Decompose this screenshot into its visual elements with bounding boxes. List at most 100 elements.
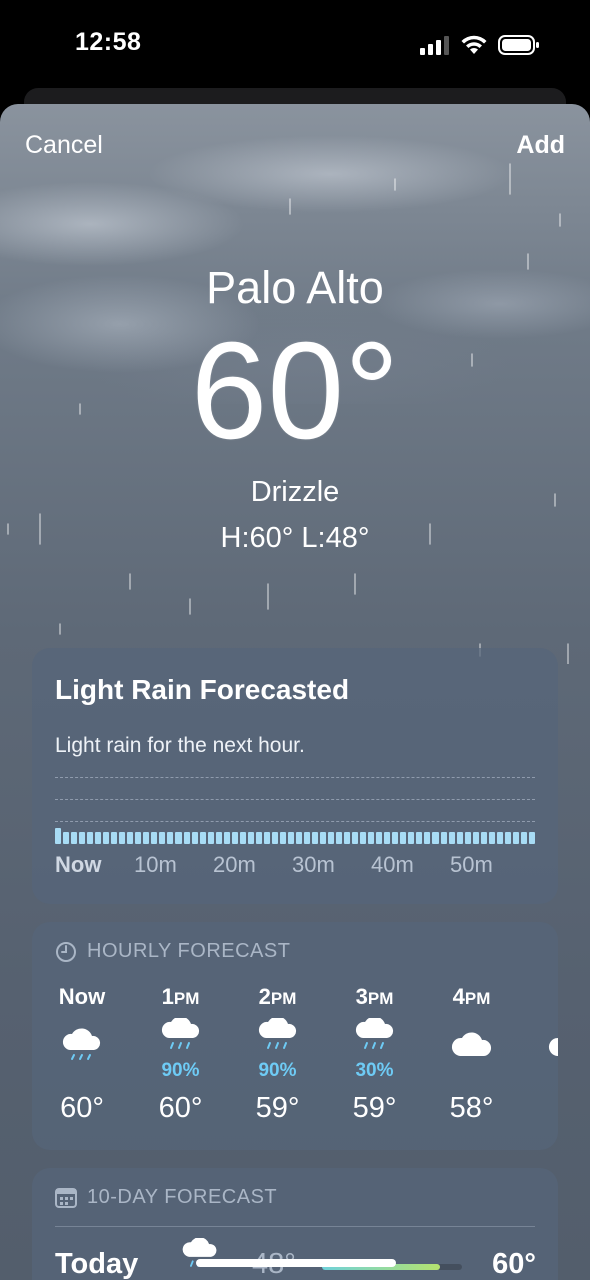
precipitation-bar [199, 832, 206, 844]
hourly-forecast-list[interactable]: Now 60° 1PM 90% 60° 2PM 90% 59° 3PM 30% … [32, 984, 558, 1144]
precipitation-bar [143, 832, 150, 844]
precipitation-bar [247, 832, 254, 844]
precipitation-bar [400, 832, 407, 844]
weather-preview-sheet: Cancel Add Palo Alto 60° Drizzle H:60° L… [0, 104, 590, 1280]
precipitation-bar [55, 828, 62, 844]
current-temperature: 60° [190, 314, 400, 468]
hour-label: 1PM [161, 984, 200, 1009]
time-label: Now [55, 852, 102, 877]
precipitation-bar [520, 832, 527, 844]
high-low-temperature: H:60° L:48° [220, 522, 370, 554]
hourly-item: 5 5 [520, 984, 558, 1144]
precipitation-bar [328, 832, 335, 844]
precipitation-bar [215, 832, 222, 844]
precipitation-bar [528, 832, 535, 844]
precipitation-bar [279, 832, 286, 844]
precipitation-time-axis: Now 10m 20m 30m 40m 50m [55, 852, 535, 878]
precipitation-bar [103, 832, 110, 844]
precipitation-bar [312, 832, 319, 844]
precipitation-bar [271, 832, 278, 844]
precipitation-bar [512, 832, 519, 844]
precipitation-bar [175, 832, 182, 844]
time-label: 50m [450, 852, 493, 877]
status-bar: 12:58 [0, 0, 590, 90]
calendar-icon [55, 1187, 77, 1208]
precipitation-bar [87, 832, 94, 844]
precipitation-bar [127, 832, 134, 844]
current-condition: Drizzle [250, 476, 340, 508]
precipitation-description: Light rain for the next hour. [55, 734, 305, 757]
cellular-signal-icon [420, 36, 449, 55]
time-label: 20m [213, 852, 256, 877]
precipitation-card[interactable]: Light Rain Forecasted Light rain for the… [32, 648, 558, 904]
precipitation-bar [368, 832, 375, 844]
battery-icon [498, 35, 539, 55]
hourly-item: 3PM 30% 59° [326, 984, 423, 1144]
cloud-icon [450, 1030, 494, 1065]
cloud-rain-icon [256, 1016, 300, 1059]
cancel-button[interactable]: Cancel [25, 131, 103, 160]
home-indicator[interactable] [196, 1259, 396, 1267]
precipitation-bar [416, 832, 423, 844]
precipitation-bar [263, 832, 270, 844]
precipitation-bar [376, 832, 383, 844]
chart-gridline [55, 799, 535, 800]
precipitation-bar [295, 832, 302, 844]
precipitation-bar [360, 832, 367, 844]
precipitation-bar [71, 832, 78, 844]
precipitation-bar [231, 832, 238, 844]
hour-label: 2PM [258, 984, 297, 1009]
hour-label: Now [58, 984, 106, 1009]
precip-probability: 90% [161, 1060, 200, 1081]
precipitation-bar [320, 832, 327, 844]
precipitation-bar [336, 832, 343, 844]
precipitation-bar [392, 832, 399, 844]
time-label: 10m [134, 852, 177, 877]
precipitation-bar [408, 832, 415, 844]
precipitation-bar [432, 832, 439, 844]
precipitation-bar [111, 832, 118, 844]
precipitation-bar [95, 832, 102, 844]
day-high-temperature: 60° [492, 1248, 536, 1280]
hourly-item: Now 60° [32, 984, 132, 1144]
precipitation-bars [55, 828, 535, 844]
hour-temperature: 59° [352, 1092, 397, 1124]
day-label: Today [55, 1248, 139, 1280]
precipitation-bar [239, 832, 246, 844]
precipitation-bar [464, 832, 471, 844]
add-button[interactable]: Add [516, 131, 565, 160]
hour-temperature: 60° [158, 1092, 203, 1124]
ten-day-forecast-header: 10-DAY FORECAST [55, 1186, 277, 1209]
precipitation-bar [456, 832, 463, 844]
precipitation-bar [191, 832, 198, 844]
precipitation-bar [480, 832, 487, 844]
precipitation-bar [488, 832, 495, 844]
hourly-forecast-title: HOURLY FORECAST [87, 940, 291, 962]
hour-temperature: 58° [449, 1092, 494, 1124]
divider [55, 1226, 535, 1227]
precipitation-bar [183, 832, 190, 844]
precip-probability: 90% [258, 1060, 297, 1081]
precipitation-bar [223, 832, 230, 844]
wifi-icon [461, 35, 487, 54]
hourly-item: 4PM 58° [423, 984, 520, 1144]
cloud-rain-icon [159, 1016, 203, 1059]
precipitation-bar [440, 832, 447, 844]
ten-day-forecast-title: 10-DAY FORECAST [87, 1186, 278, 1208]
city-name: Palo Alto [206, 262, 384, 313]
cloud-icon [547, 1030, 558, 1065]
precipitation-bar [352, 832, 359, 844]
precipitation-bar [63, 832, 70, 844]
hourly-forecast-header: HOURLY FORECAST [55, 940, 290, 963]
status-icons [420, 34, 540, 56]
precip-probability: 30% [355, 1060, 394, 1081]
precipitation-bar [255, 832, 262, 844]
precipitation-bar [159, 832, 166, 844]
precipitation-bar [119, 832, 126, 844]
precipitation-title: Light Rain Forecasted [55, 674, 350, 705]
precipitation-bar [472, 832, 479, 844]
hour-label: 4PM [452, 984, 491, 1009]
hourly-forecast-card[interactable]: HOURLY FORECAST Now 60° 1PM 90% 60° 2PM … [32, 922, 558, 1150]
precipitation-bar [344, 832, 351, 844]
precipitation-bar [303, 832, 310, 844]
